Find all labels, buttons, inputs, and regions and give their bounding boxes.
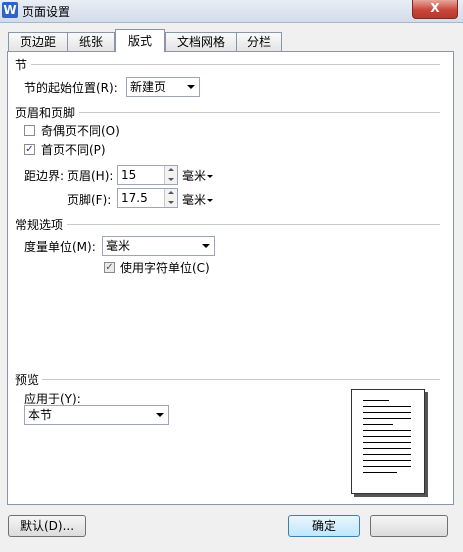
preview-line xyxy=(363,424,393,425)
app-icon: W xyxy=(2,2,18,18)
preview-line xyxy=(363,406,411,407)
preview-line xyxy=(363,400,389,401)
tab-columns[interactable]: 分栏 xyxy=(236,32,282,51)
preview-line xyxy=(363,466,411,467)
first-page-checkbox[interactable]: ✓ xyxy=(24,144,35,155)
footer-distance-value: 17.5 xyxy=(121,191,148,205)
divider xyxy=(42,379,440,380)
footer-unit-label: 毫米 xyxy=(182,193,207,207)
preview-line xyxy=(363,448,411,449)
preview-line xyxy=(363,472,397,473)
footer-distance-label: 页脚(F): xyxy=(67,193,112,207)
divider xyxy=(31,64,440,65)
footer-distance-spinner[interactable]: 17.5 xyxy=(117,188,178,208)
preview-heading: 预览 xyxy=(15,373,40,387)
odd-even-checkbox[interactable] xyxy=(24,125,35,136)
header-distance-label: 页眉(H): xyxy=(67,169,114,183)
section-start-value: 新建页 xyxy=(130,80,167,94)
cancel-button[interactable] xyxy=(370,515,448,537)
measure-unit-value: 毫米 xyxy=(106,239,131,253)
header-distance-spinner[interactable]: 15 xyxy=(117,165,178,185)
tab-margins[interactable]: 页边距 xyxy=(8,32,68,51)
preview-line xyxy=(363,460,411,461)
header-distance-value: 15 xyxy=(121,168,137,182)
measure-unit-select[interactable]: 毫米 xyxy=(102,236,215,256)
preview-line xyxy=(363,412,411,413)
ok-button[interactable]: 确定 xyxy=(288,515,360,537)
general-heading: 常规选项 xyxy=(15,218,64,232)
chevron-down-icon xyxy=(156,413,164,417)
chevron-down-icon xyxy=(187,85,195,89)
header-footer-heading: 页眉和页脚 xyxy=(15,106,76,120)
tab-layout[interactable]: 版式 xyxy=(115,29,165,52)
close-button[interactable]: X xyxy=(412,0,458,19)
preview-line xyxy=(363,418,411,419)
default-button[interactable]: 默认(D)... xyxy=(8,515,86,537)
tab-document-grid[interactable]: 文档网格 xyxy=(165,32,237,51)
divider xyxy=(67,224,440,225)
spin-down-button[interactable] xyxy=(164,175,177,184)
header-unit-dropdown[interactable]: 毫米 xyxy=(182,167,214,184)
section-start-label: 节的起始位置(R): xyxy=(24,81,118,95)
char-units-label: 使用字符单位(C) xyxy=(120,261,210,275)
section-heading: 节 xyxy=(15,58,28,72)
first-page-label: 首页不同(P) xyxy=(41,143,106,157)
preview-line xyxy=(363,436,411,437)
preview-line xyxy=(363,430,411,431)
header-unit-label: 毫米 xyxy=(182,169,207,183)
measure-unit-label: 度量单位(M): xyxy=(24,240,96,254)
chevron-down-icon xyxy=(202,244,210,248)
odd-even-label: 奇偶页不同(O) xyxy=(41,124,120,138)
preview-line xyxy=(363,442,411,443)
divider xyxy=(79,112,440,113)
footer-unit-dropdown[interactable]: 毫米 xyxy=(182,191,214,208)
apply-to-select[interactable]: 本节 xyxy=(24,405,169,425)
page-preview xyxy=(351,389,425,494)
char-units-checkbox[interactable]: ✓ xyxy=(104,262,115,273)
tab-paper[interactable]: 纸张 xyxy=(67,32,115,51)
apply-to-value: 本节 xyxy=(28,408,53,422)
spin-down-button[interactable] xyxy=(164,198,177,207)
chevron-down-icon xyxy=(207,175,214,178)
section-start-select[interactable]: 新建页 xyxy=(126,77,200,97)
preview-line xyxy=(363,454,411,455)
chevron-down-icon xyxy=(207,199,214,202)
window-title: 页面设置 xyxy=(22,5,71,19)
distance-label: 距边界: xyxy=(24,169,65,183)
